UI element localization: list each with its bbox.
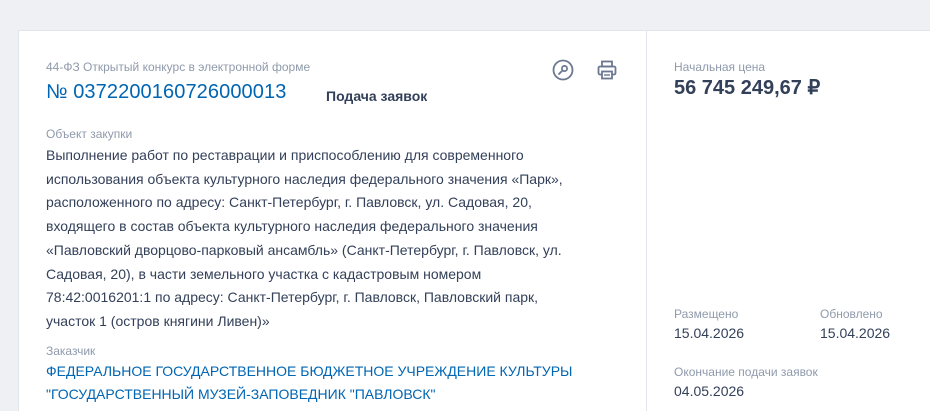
updated-date: 15.04.2026 [820,325,891,341]
object-description: Выполнение работ по реставрации и приспо… [46,147,563,329]
price-label: Начальная цена [674,60,766,74]
status-badge: Подача заявок [326,88,428,104]
posted-date: 15.04.2026 [674,325,745,341]
law-type: 44-ФЗ Открытый конкурс в электронной фор… [46,60,311,74]
price-value: 56 745 249,67 ₽ [674,77,821,99]
customer-label: Заказчик [46,344,96,358]
column-divider [646,31,647,411]
procurement-number-link[interactable]: № 0372200160726000013 [46,81,286,104]
posted-label: Размещено [674,307,739,321]
customer-link[interactable]: ФЕДЕРАЛЬНОЕ ГОСУДАРСТВЕННОЕ БЮДЖЕТНОЕ УЧ… [46,360,606,406]
updated-label: Обновлено [820,307,883,321]
watch-icon[interactable] [551,58,575,82]
object-label: Объект закупки [46,127,133,141]
print-icon[interactable] [595,58,619,82]
tender-card: 44-ФЗ Открытый конкурс в электронной фор… [18,30,930,411]
deadline-label: Окончание подачи заявок [674,365,818,379]
deadline-date: 04.05.2026 [674,383,745,399]
